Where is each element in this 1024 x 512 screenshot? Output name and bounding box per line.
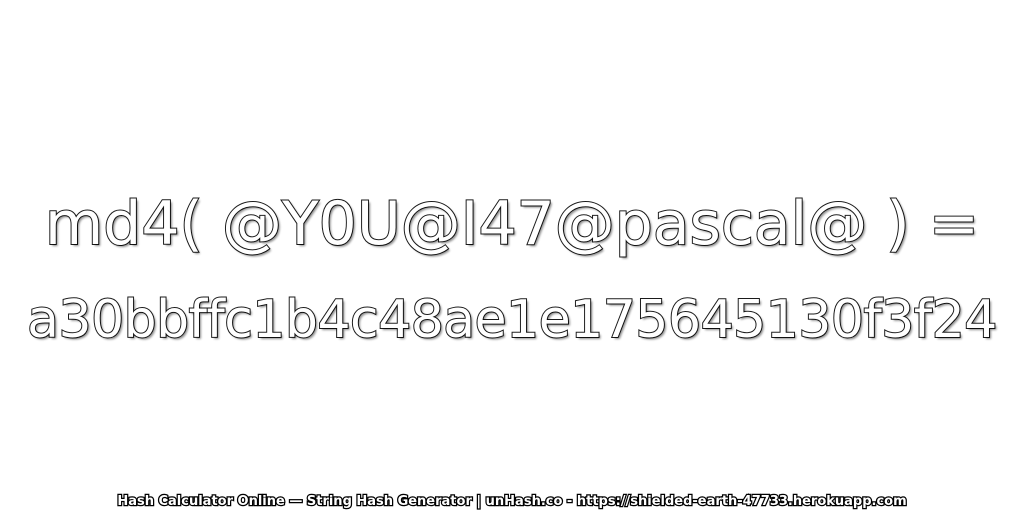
hash-expression: md4( @Y0U@I47@pascal@ ) = bbox=[44, 188, 980, 260]
hash-result: a30bbffc1b4c48ae1e175645130f3f24 bbox=[26, 289, 998, 351]
footer-credit: Hash Calculator Online — String Hash Gen… bbox=[116, 493, 908, 511]
